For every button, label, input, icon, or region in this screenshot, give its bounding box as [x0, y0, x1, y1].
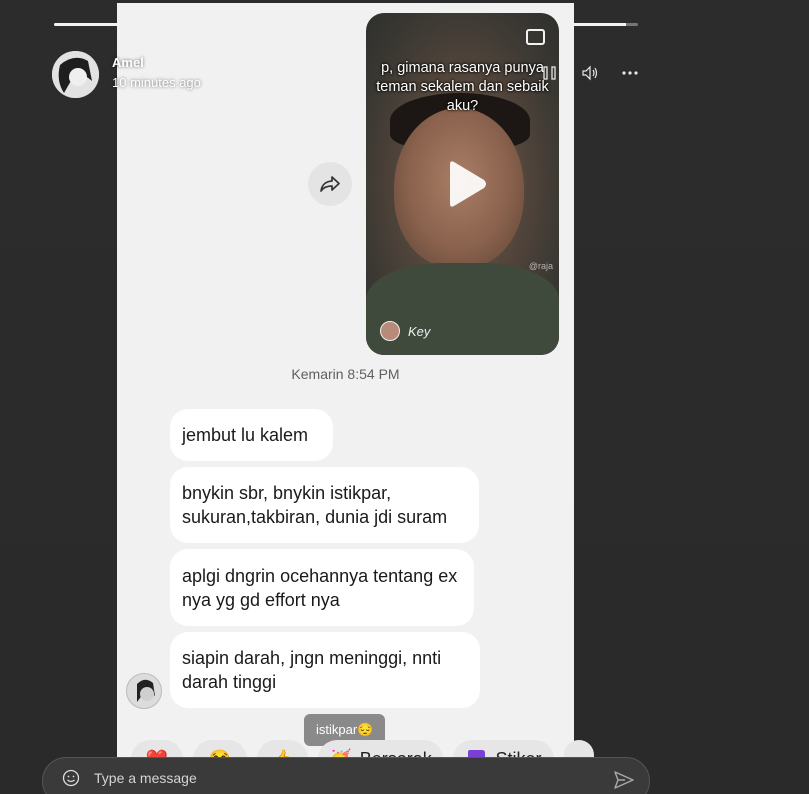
author-name[interactable]: Amel: [112, 55, 201, 70]
chat-bubble[interactable]: aplgi dngrin ocehannya tentang ex nya yg…: [170, 549, 474, 626]
video-tag-label: Key: [408, 323, 431, 339]
volume-button[interactable]: [579, 62, 601, 84]
message-composer: [42, 757, 650, 794]
message-timestamp: Kemarin 8:54 PM: [291, 366, 400, 382]
share-arrow-icon: [320, 176, 340, 192]
video-watermark: @raja: [528, 261, 553, 271]
send-icon[interactable]: [613, 770, 635, 790]
video-tag-avatar: [380, 321, 400, 341]
pause-button[interactable]: [539, 62, 561, 84]
sender-avatar: [126, 673, 162, 709]
chat-bubble[interactable]: jembut lu kalem: [170, 409, 333, 461]
smiley-icon: [62, 769, 80, 787]
more-icon: [622, 71, 638, 75]
image-icon[interactable]: [526, 29, 545, 45]
chat-bubble[interactable]: siapin darah, jngn meninggi, nnti darah …: [170, 632, 480, 708]
chat-bubble[interactable]: bnykin sbr, bnykin istikpar, sukuran,tak…: [170, 467, 479, 543]
volume-icon: [582, 65, 598, 81]
post-time: 10 minutes ago: [112, 74, 201, 90]
video-message[interactable]: p, gimana rasanya punya teman sekalem da…: [366, 13, 559, 355]
message-input[interactable]: [94, 770, 574, 786]
more-options-button[interactable]: [619, 62, 641, 84]
author-info: Amel 10 minutes ago: [112, 55, 201, 90]
video-caption: p, gimana rasanya punya teman sekalem da…: [376, 60, 549, 114]
video-thumbnail-shirt: [366, 263, 559, 355]
emoji-button[interactable]: [61, 768, 81, 788]
video-tag: Key: [380, 321, 430, 341]
forward-button[interactable]: [308, 162, 352, 206]
play-icon[interactable]: [444, 160, 488, 208]
pause-icon: [543, 66, 556, 80]
story-header: Amel 10 minutes ago: [52, 50, 201, 98]
author-avatar[interactable]: [52, 50, 99, 98]
